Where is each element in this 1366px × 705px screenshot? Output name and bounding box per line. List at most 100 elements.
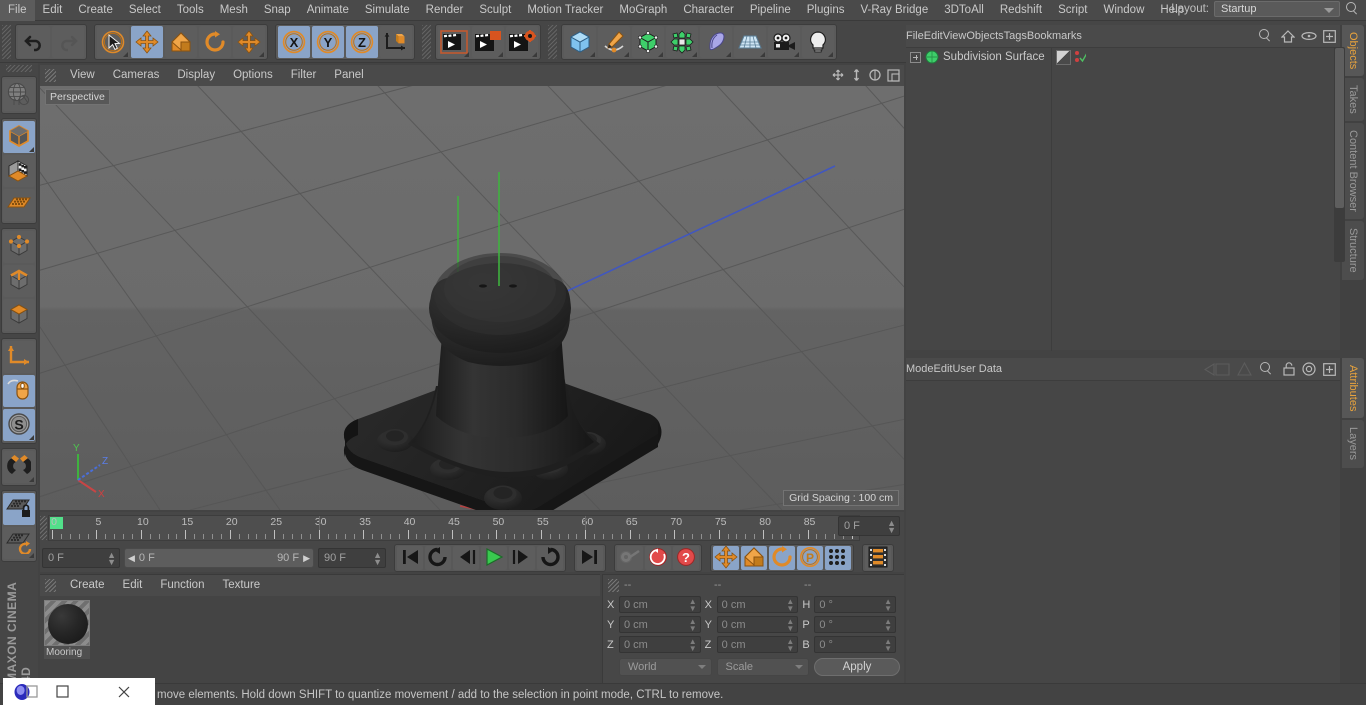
scale-button[interactable]	[165, 25, 197, 58]
restore-window-button[interactable]	[31, 685, 93, 698]
viewport-menu-filter[interactable]: Filter	[282, 65, 326, 86]
planar-workplane-button[interactable]	[3, 527, 35, 559]
transform-mode-select[interactable]: Scale	[716, 658, 809, 676]
object-row-subdivision-surface[interactable]: Subdivision Surface	[906, 48, 1340, 66]
expand-toggle-icon[interactable]	[910, 51, 921, 63]
spinner-icon[interactable]: ▲ ▼	[884, 638, 892, 653]
add-scene-object-button[interactable]	[734, 25, 766, 58]
menu-item-sculpt[interactable]: Sculpt	[471, 0, 519, 21]
spinner-icon[interactable]: ▲ ▼	[107, 551, 116, 567]
spinner-icon[interactable]: ▲ ▼	[887, 519, 896, 535]
c4d-app-icon[interactable]	[13, 683, 38, 701]
render-view-button[interactable]	[438, 25, 470, 58]
apply-button[interactable]: Apply	[814, 658, 900, 676]
menu-item-select[interactable]: Select	[121, 0, 169, 21]
add-cube-button[interactable]	[564, 25, 596, 58]
world-object-coord-button[interactable]	[380, 25, 412, 58]
coord-pos-field[interactable]: 0 cm ▲ ▼	[619, 636, 701, 653]
move-button[interactable]	[131, 25, 163, 58]
record-position-button[interactable]	[713, 544, 739, 570]
object-tree[interactable]: Subdivision Surface	[906, 47, 1340, 351]
polygons-mode-button[interactable]	[3, 299, 35, 331]
object-menu-tags[interactable]: Tags	[1004, 30, 1027, 42]
menu-item-v-ray-bridge[interactable]: V-Ray Bridge	[852, 0, 936, 21]
viewport-menu-display[interactable]: Display	[168, 65, 224, 86]
coord-rot-field[interactable]: 0 ° ▲ ▼	[814, 616, 897, 633]
target-icon[interactable]	[1302, 362, 1316, 376]
object-menu-view[interactable]: View	[943, 30, 967, 42]
coord-pos-field[interactable]: 0 cm ▲ ▼	[619, 596, 701, 613]
home-icon[interactable]	[1281, 29, 1295, 43]
viewport-canvas[interactable]: Perspective Grid Spacing : 100 cm Y X Z	[40, 86, 904, 510]
spinner-icon[interactable]: ▲ ▼	[689, 638, 697, 653]
range-left-arrow-icon[interactable]: ◀	[128, 553, 135, 564]
add-camera-button[interactable]	[768, 25, 800, 58]
toolbar-grip[interactable]	[2, 24, 11, 59]
redo-button[interactable]	[52, 25, 84, 58]
object-menu-bookmarks[interactable]: Bookmarks	[1027, 30, 1082, 42]
material-menu-function[interactable]: Function	[151, 575, 213, 596]
menu-item-motion-tracker[interactable]: Motion Tracker	[519, 0, 611, 21]
go-to-start-button[interactable]	[397, 546, 423, 570]
undo-button[interactable]	[18, 25, 50, 58]
menu-item-window[interactable]: Window	[1095, 0, 1152, 21]
lock-y-button[interactable]: Y	[312, 25, 344, 58]
menu-item-redshift[interactable]: Redshift	[992, 0, 1050, 21]
make-editable-button[interactable]	[3, 79, 35, 111]
material-grip[interactable]	[45, 579, 56, 592]
step-forward-button[interactable]	[509, 546, 535, 570]
record-rotation-button[interactable]	[769, 545, 795, 570]
visibility-dots-icon[interactable]	[1074, 49, 1086, 65]
add-deformer-button[interactable]	[700, 25, 732, 58]
texture-mode-button[interactable]	[3, 155, 35, 187]
attribute-menu-mode[interactable]: Mode	[906, 363, 934, 375]
toolbar-grip[interactable]	[422, 24, 431, 59]
menu-item-simulate[interactable]: Simulate	[357, 0, 418, 21]
material-list[interactable]: Mooring	[40, 596, 600, 684]
magnet-button[interactable]	[3, 451, 35, 483]
range-right-arrow-icon[interactable]: ▶	[303, 553, 310, 564]
material-menu-texture[interactable]: Texture	[213, 575, 269, 596]
zoom-icon[interactable]	[850, 68, 863, 82]
points-mode-button[interactable]	[3, 231, 35, 263]
render-settings-button[interactable]	[506, 25, 538, 58]
maximize-icon[interactable]	[887, 68, 900, 82]
material-menu-create[interactable]: Create	[61, 575, 114, 596]
frame-range-slider[interactable]: ◀ 0 F 90 F ▶	[124, 548, 314, 568]
menu-item-pipeline[interactable]: Pipeline	[742, 0, 799, 21]
coord-size-field[interactable]: 0 cm ▲ ▼	[716, 596, 799, 613]
menu-item-mesh[interactable]: Mesh	[212, 0, 256, 21]
dynamic-place-button[interactable]	[233, 25, 265, 58]
rotate-button[interactable]	[199, 25, 231, 58]
record-pla-button[interactable]	[825, 546, 851, 570]
menu-item-create[interactable]: Create	[70, 0, 121, 21]
play-loop-button[interactable]	[537, 546, 563, 570]
enable-snap-button[interactable]: S	[3, 409, 35, 441]
record-active-objects-button[interactable]	[617, 546, 643, 570]
menu-item-file[interactable]: File	[0, 0, 35, 21]
menu-item-render[interactable]: Render	[418, 0, 472, 21]
menu-item-mograph[interactable]: MoGraph	[611, 0, 675, 21]
spinner-icon[interactable]: ▲ ▼	[884, 598, 892, 613]
vtab-layers[interactable]: Layers	[1342, 420, 1364, 468]
search-icon[interactable]	[1259, 362, 1273, 376]
viewport-solo-button[interactable]	[3, 375, 35, 407]
object-menu-file[interactable]: File	[906, 30, 924, 42]
close-window-button[interactable]	[93, 685, 155, 699]
viewport-menu-view[interactable]: View	[61, 65, 104, 86]
object-manager-scrollbar[interactable]	[1334, 47, 1345, 262]
step-back-button[interactable]	[453, 546, 479, 570]
record-scale-button[interactable]	[741, 546, 767, 570]
layout-select[interactable]: Startup	[1214, 1, 1340, 17]
current-frame-field-right[interactable]: 0 F ▲ ▼	[838, 516, 900, 536]
spinner-icon[interactable]: ▲ ▼	[689, 598, 697, 613]
live-selection-button[interactable]	[97, 25, 129, 58]
coordinate-grip[interactable]	[608, 578, 619, 592]
go-to-end-button[interactable]	[577, 546, 603, 570]
lock-icon[interactable]	[1283, 362, 1295, 376]
material-item[interactable]: Mooring	[44, 600, 90, 659]
lock-workplane-button[interactable]	[3, 493, 35, 525]
menu-item-snap[interactable]: Snap	[256, 0, 299, 21]
menu-item-script[interactable]: Script	[1050, 0, 1095, 21]
vtab-structure[interactable]: Structure	[1342, 220, 1364, 280]
